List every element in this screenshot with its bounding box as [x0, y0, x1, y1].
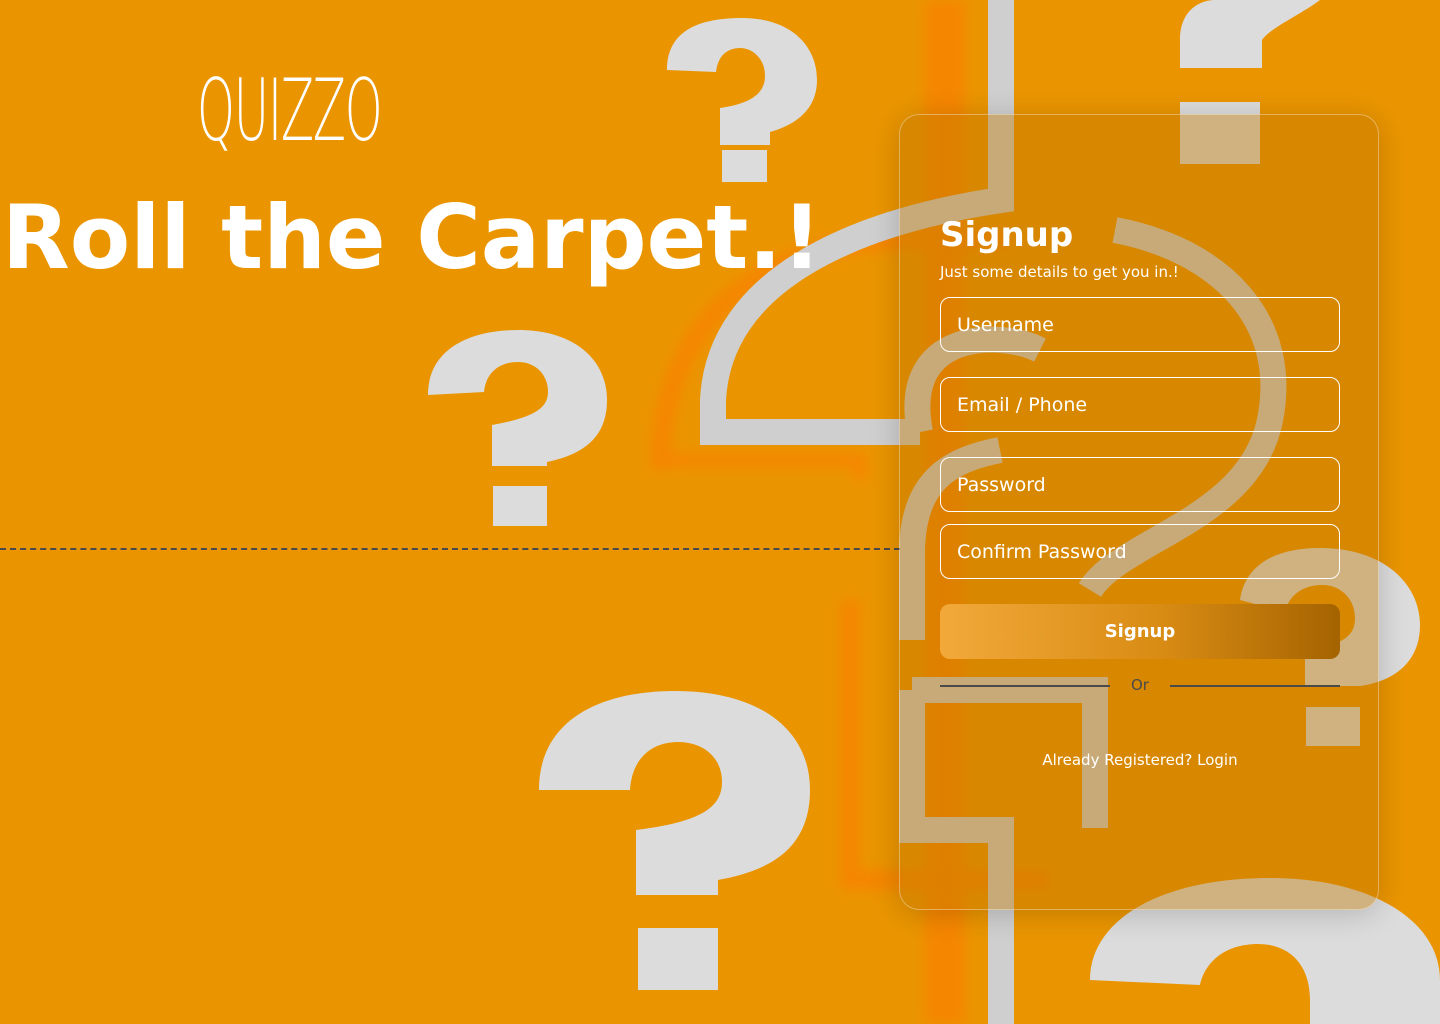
hero-headline: Roll the Carpet.! — [2, 186, 822, 289]
signup-title: Signup — [940, 215, 1074, 255]
question-mark-icon — [428, 330, 607, 526]
login-link[interactable]: Already Registered? Login — [940, 751, 1340, 769]
password-input[interactable] — [940, 457, 1340, 512]
signup-subtitle: Just some details to get you in.! — [940, 263, 1179, 281]
email-phone-input[interactable] — [940, 377, 1340, 432]
signup-button[interactable]: Signup — [940, 604, 1340, 659]
confirm-password-input[interactable] — [940, 524, 1340, 579]
question-mark-icon — [539, 691, 810, 990]
username-input[interactable] — [940, 297, 1340, 352]
signup-card: Signup Just some details to get you in.!… — [899, 114, 1379, 910]
dashed-divider — [0, 548, 900, 550]
question-mark-icon — [667, 18, 817, 182]
brand-logo: QUIZZO — [197, 61, 383, 161]
or-divider: Or — [940, 675, 1340, 697]
or-line-right — [1170, 685, 1340, 687]
